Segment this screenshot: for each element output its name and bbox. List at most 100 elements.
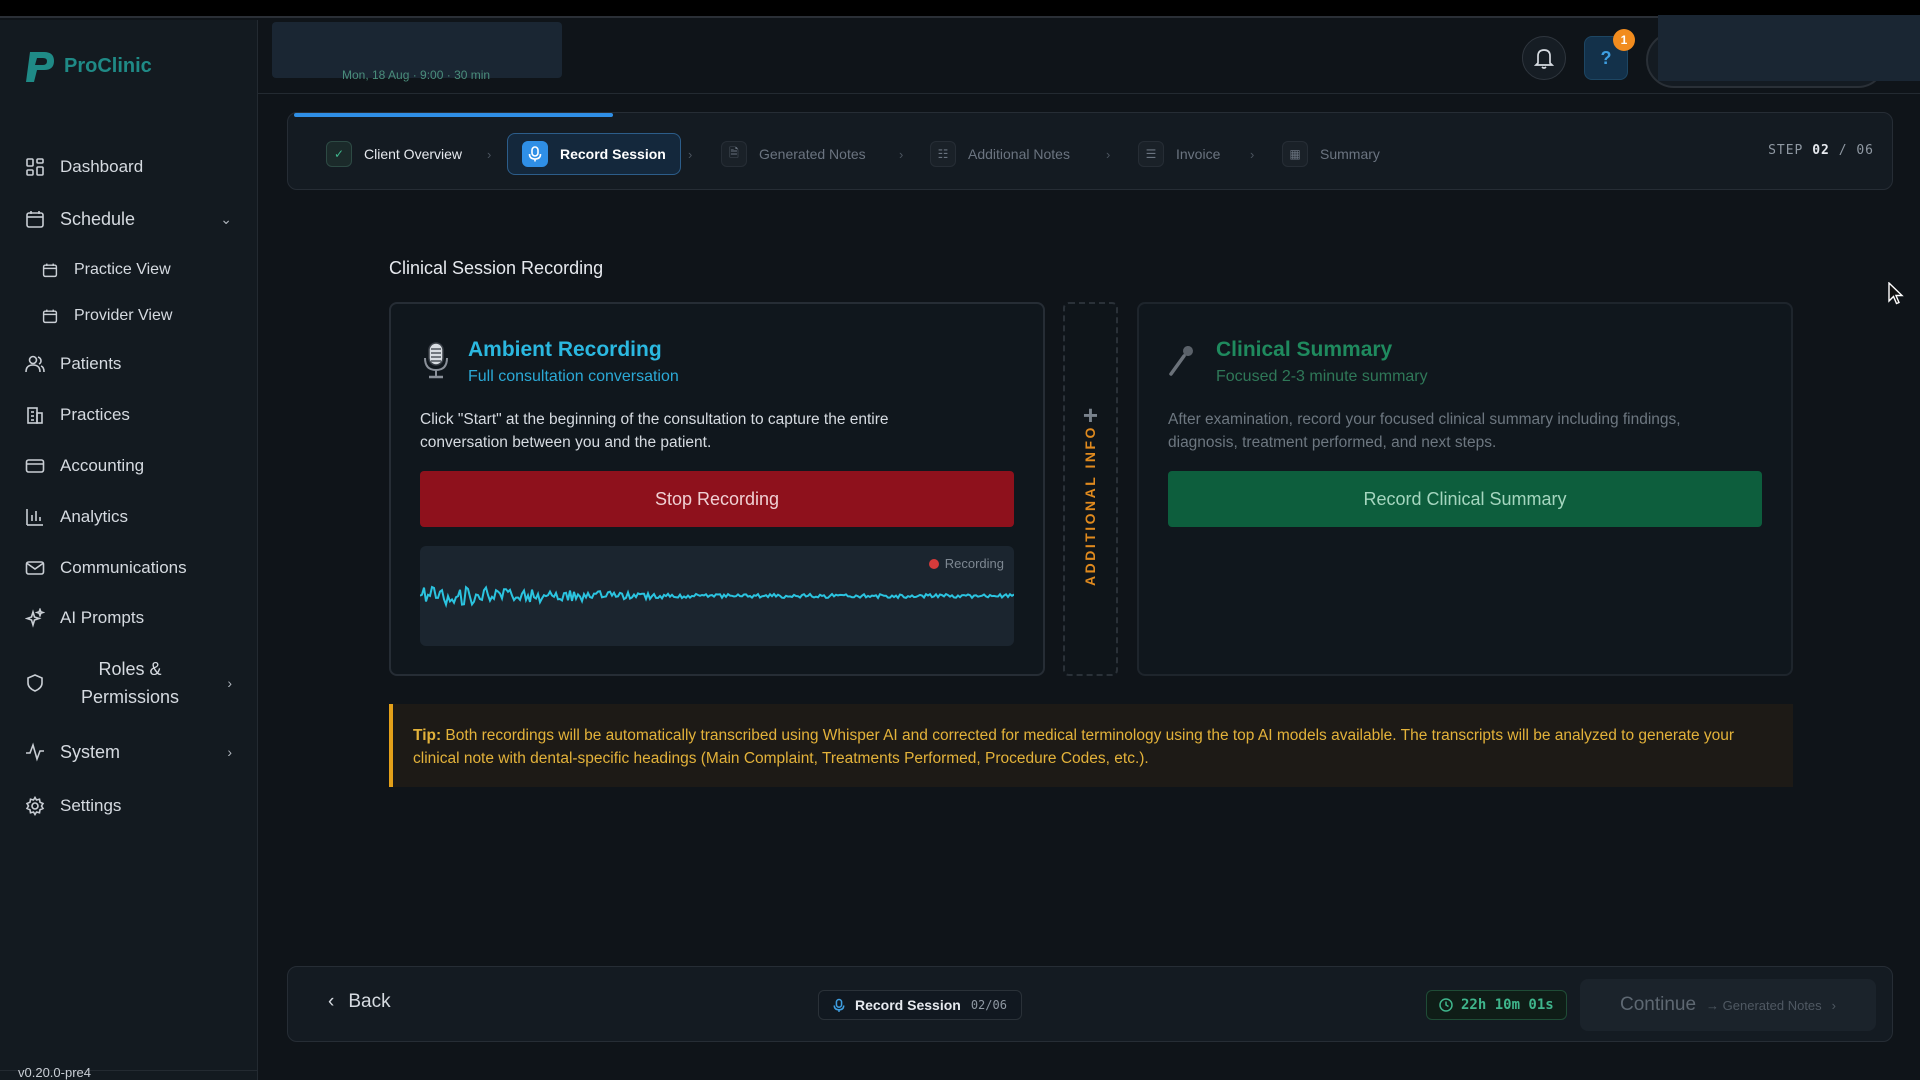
sidebar-item-label: Practices [60,405,130,424]
step-label: Generated Notes [759,146,866,162]
session-timer: 22h 10m 01s [1426,990,1567,1020]
step-label: Invoice [1176,146,1221,162]
sidebar-item-label: Patients [60,354,122,373]
audio-waveform: Recording [420,546,1014,646]
users-icon [24,353,46,375]
step-invoice[interactable]: ☰ Invoice [1124,133,1234,175]
sidebar-item-label: Practice View [74,261,171,278]
tip-text: Both recordings will be automatically tr… [413,727,1735,767]
sidebar-item-label: Roles & Permissions [80,659,180,707]
appointment-subtitle: Mon, 18 Aug · 9:00 · 30 min [342,68,491,82]
microphone-icon [1169,346,1193,376]
studio-microphone-icon [424,342,448,379]
activity-icon [24,741,46,763]
step-label: Additional Notes [968,146,1070,162]
calendar-icon [42,308,58,324]
footer-bar: ‹ Back Record Session 02/06 22h 10m 01s … [287,966,1893,1042]
notifications-button[interactable] [1522,36,1566,80]
current-step-indicator: Record Session 02/06 [818,990,1022,1020]
receipt-icon: ☰ [1138,141,1164,167]
stepper-progress-bar [294,113,613,117]
sidebar-item-settings[interactable]: Settings [0,784,258,828]
step-counter-current: 02 [1812,143,1830,158]
check-icon: ✓ [326,141,352,167]
chevron-right-icon: › [899,147,904,162]
mail-icon [24,557,46,579]
tip-banner: Tip: Both recordings will be automatical… [389,704,1793,787]
tip-label: Tip: [413,727,442,744]
sidebar-item-patients[interactable]: Patients [0,342,258,386]
step-record-session[interactable]: Record Session [507,133,681,175]
step-counter: STEP 02 / 06 [1768,143,1874,158]
chevron-right-icon: › [227,675,232,691]
step-generated-notes[interactable]: 🗎 Generated Notes [707,133,880,175]
sidebar-item-communications[interactable]: Communications [0,546,258,590]
help-icon: ? [1600,47,1612,68]
grid-icon: ▦ [1282,141,1308,167]
sidebar-item-schedule[interactable]: Schedule ⌄ [0,197,258,241]
microphone-icon [522,141,548,167]
sidebar-item-practices[interactable]: Practices [0,393,258,437]
sidebar-item-label: Accounting [60,456,145,475]
sidebar-item-provider-view[interactable]: Provider View [0,294,258,338]
chevron-down-icon: ⌄ [220,210,232,227]
step-client-overview[interactable]: ✓ Client Overview [312,133,476,175]
chevron-right-icon: › [227,744,232,760]
sidebar-item-label: Provider View [74,307,173,324]
card-description: After examination, record your focused c… [1168,411,1681,451]
credit-card-icon [24,455,46,477]
sidebar-item-accounting[interactable]: Accounting [0,444,258,488]
chevron-left-icon: ‹ [328,991,335,1012]
chevron-right-icon: › [1831,997,1837,1013]
card-title: Clinical Summary [1216,338,1393,361]
logo-icon [26,52,54,82]
chevron-right-icon: › [487,147,492,162]
step-label: Record Session [560,146,666,162]
mouse-cursor-icon [1888,282,1904,305]
stop-recording-button[interactable]: Stop Recording [420,471,1014,527]
record-clinical-summary-button[interactable]: Record Clinical Summary [1168,471,1762,527]
top-header: Mon, 18 Aug · 9:00 · 30 min ? 1 [258,15,1920,94]
microphone-icon [833,998,845,1012]
sidebar-item-practice-view[interactable]: Practice View [0,248,258,292]
chevron-right-icon: › [1106,147,1111,162]
waveform-graphic [420,585,1014,609]
continue-next-label: → Generated Notes [1706,997,1822,1013]
continue-label: Continue [1619,994,1697,1015]
notification-badge: 1 [1613,29,1635,51]
sidebar-item-system[interactable]: System › [0,730,258,774]
step-counter-prefix: STEP [1768,143,1804,158]
timer-value: 22h 10m 01s [1461,997,1554,1013]
shield-icon [24,672,46,694]
document-icon: 🗎 [721,141,747,167]
section-title: Clinical Session Recording [389,258,604,278]
chevron-right-icon: › [1250,147,1255,162]
current-step-count: 02/06 [970,998,1007,1012]
bell-icon [1534,49,1554,69]
step-label: Summary [1320,146,1380,162]
bar-chart-icon [24,506,46,528]
back-button[interactable]: ‹ Back [328,991,391,1013]
card-title: Ambient Recording [468,338,662,361]
calendar-icon [42,262,58,278]
continue-button[interactable]: Continue → Generated Notes › [1580,979,1876,1031]
dashboard-icon [24,156,46,178]
profile-panel [1658,15,1920,81]
window-top-strip [0,0,1920,18]
card-subtitle: Focused 2-3 minute summary [1216,368,1428,385]
sidebar-item-roles-permissions[interactable]: Roles & Permissions › [0,648,258,718]
sidebar-item-ai-prompts[interactable]: AI Prompts [0,596,258,640]
help-button[interactable]: ? 1 [1584,29,1635,80]
sidebar-item-analytics[interactable]: Analytics [0,495,258,539]
additional-info-panel[interactable]: + ADDITIONAL INFO [1063,302,1118,676]
calendar-icon [24,208,46,230]
app-logo[interactable]: ProClinic [24,48,152,84]
step-additional-notes[interactable]: ☷ Additional Notes [916,133,1084,175]
building-icon [24,404,46,426]
sidebar-item-dashboard[interactable]: Dashboard [0,145,258,189]
card-description: Click "Start" at the beginning of the co… [420,411,889,451]
ambient-recording-card: Ambient Recording Full consultation conv… [389,302,1045,676]
clipboard-icon: ☷ [930,141,956,167]
sidebar-item-label: Schedule [60,208,136,229]
step-summary[interactable]: ▦ Summary [1268,133,1394,175]
